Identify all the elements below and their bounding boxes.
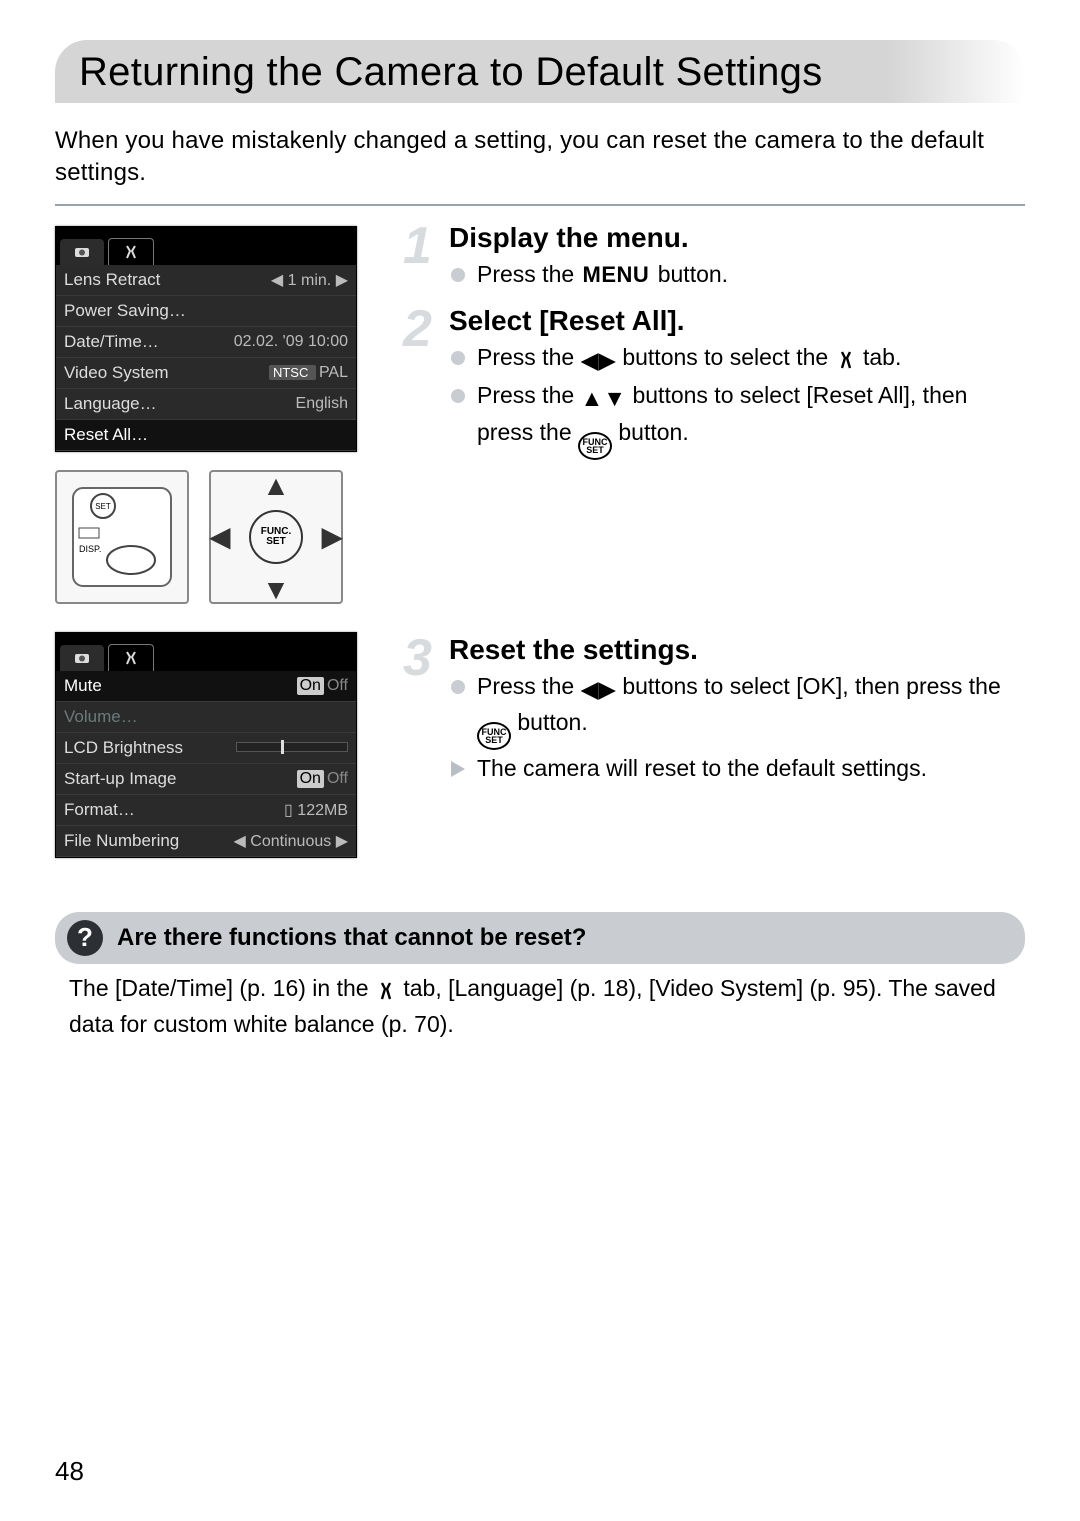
camera-tab-icon <box>60 645 104 671</box>
tools-icon <box>835 344 857 377</box>
section-title: Returning the Camera to Default Settings <box>79 50 1001 95</box>
menu-row-label: Date/Time… <box>64 332 159 352</box>
menu-row-value: OnOff <box>297 677 348 695</box>
menu-row: Language… English <box>56 389 356 420</box>
step-number: 1 <box>403 216 432 276</box>
note-heading: Are there functions that cannot be reset… <box>117 924 586 952</box>
separator-rule <box>55 204 1025 206</box>
menu-row-label: Video System <box>64 363 169 383</box>
menu-row: Start-up Image OnOff <box>56 764 356 795</box>
camera-menu-screenshot-1: Lens Retract ◀ 1 min. ▶ Power Saving… Date/… <box>55 226 357 452</box>
menu-row-value: ◀ 1 min. ▶ <box>271 270 348 290</box>
menu-row-value: OnOff <box>297 770 348 788</box>
menu-row: File Numbering ◀ Continuous ▶ <box>56 826 356 857</box>
right-arrow-icon: ▶ <box>321 520 343 553</box>
note-box: ? Are there functions that cannot be res… <box>55 898 1025 1046</box>
tools-icon <box>375 975 397 1008</box>
funcset-icon: FUNCSET <box>578 432 612 460</box>
camera-tab-icon <box>60 239 104 265</box>
camera-back-diagram: SET DISP. <box>55 470 189 604</box>
step-number: 2 <box>403 299 432 359</box>
step-3: 3 Reset the settings. Press the ◀▶ butto… <box>403 634 1025 786</box>
step-title: Select [Reset All]. <box>449 305 1025 337</box>
page-number: 48 <box>55 1456 84 1487</box>
camera-menu-screenshot-2: Mute OnOff Volume… LCD Brightness Start-up I… <box>55 632 357 858</box>
menu-row-label: LCD Brightness <box>64 738 183 758</box>
step-number: 3 <box>403 628 432 688</box>
menu-tabs-2 <box>56 633 356 671</box>
svg-text:SET: SET <box>95 502 111 511</box>
up-down-arrows-icon: ▲▼ <box>581 382 627 415</box>
menu-row-value: 02.02. '09 10:00 <box>234 333 348 351</box>
left-right-arrows-icon: ◀▶ <box>581 344 616 377</box>
funcset-button-icon: FUNC.SET <box>249 510 303 564</box>
menu-row: Date/Time… 02.02. '09 10:00 <box>56 327 356 358</box>
step-2: 2 Select [Reset All]. Press the ◀▶ butto… <box>403 305 1025 460</box>
menu-row-label: Reset All… <box>64 425 148 445</box>
menu-row: Power Saving… <box>56 296 356 327</box>
menu-row-value: English <box>296 395 348 413</box>
card-icon: ▯ <box>284 802 297 819</box>
menu-row-label: Lens Retract <box>64 270 160 290</box>
menu-row-label: Power Saving… <box>64 301 186 321</box>
menu-row-label: Start-up Image <box>64 769 176 789</box>
menu-button-label: MENU <box>581 262 652 287</box>
menu-tabs <box>56 227 356 265</box>
intro-paragraph: When you have mistakenly changed a setti… <box>55 125 1025 190</box>
menu-row: Mute OnOff <box>56 671 356 702</box>
menu-row: LCD Brightness <box>56 733 356 764</box>
menu-row-label: Mute <box>64 676 102 696</box>
menu-row: Reset All… <box>56 420 356 451</box>
menu-row: Lens Retract ◀ 1 min. ▶ <box>56 265 356 296</box>
menu-row-value <box>236 739 348 757</box>
menu-row-value: NTSC PAL <box>269 364 348 382</box>
menu-row-label: Format… <box>64 800 135 820</box>
menu-row-label: Language… <box>64 394 157 414</box>
section-title-bar: Returning the Camera to Default Settings <box>55 40 1025 103</box>
step-result-bullet: The camera will reset to the default set… <box>449 752 1025 785</box>
svg-text:DISP.: DISP. <box>79 544 101 554</box>
menu-row: Video System NTSC PAL <box>56 358 356 389</box>
funcset-icon: FUNCSET <box>477 722 511 750</box>
down-arrow-icon: ▼ <box>262 574 290 606</box>
up-arrow-icon: ▲ <box>262 470 290 502</box>
dpad-diagram: ▲ ▼ ◀ ▶ FUNC.SET <box>209 470 343 604</box>
step-bullet: Press the ◀▶ buttons to select the tab. <box>449 341 1025 377</box>
note-body: The [Date/Time] (p. 16) in the tab, [Lan… <box>55 950 1025 1046</box>
question-badge-icon: ? <box>67 920 103 956</box>
menu-row: Format… ▯ 122MB <box>56 795 356 826</box>
step-bullet: Press the ◀▶ buttons to select [OK], the… <box>449 670 1025 750</box>
brightness-slider-icon <box>236 742 348 752</box>
note-heading-bar: ? Are there functions that cannot be res… <box>55 912 1025 964</box>
menu-row-label: Volume… <box>64 707 138 727</box>
step-bullet: Press the ▲▼ buttons to select [Reset Al… <box>449 379 1025 459</box>
menu-row-value: ▯ 122MB <box>284 800 348 820</box>
menu-row: Volume… <box>56 702 356 733</box>
step-title: Display the menu. <box>449 222 1025 254</box>
step-bullet: Press the MENU button. <box>449 258 1025 291</box>
menu-row-value: ◀ Continuous ▶ <box>234 831 348 851</box>
left-arrow-icon: ◀ <box>209 520 231 553</box>
left-right-arrows-icon: ◀▶ <box>581 673 616 706</box>
step-title: Reset the settings. <box>449 634 1025 666</box>
step-1: 1 Display the menu. Press the MENU butto… <box>403 222 1025 291</box>
tools-tab-icon <box>108 644 154 671</box>
menu-row-label: File Numbering <box>64 831 179 851</box>
control-diagrams: SET DISP. ▲ ▼ ◀ ▶ FUNC.SET <box>55 470 375 604</box>
tools-tab-icon <box>108 238 154 265</box>
